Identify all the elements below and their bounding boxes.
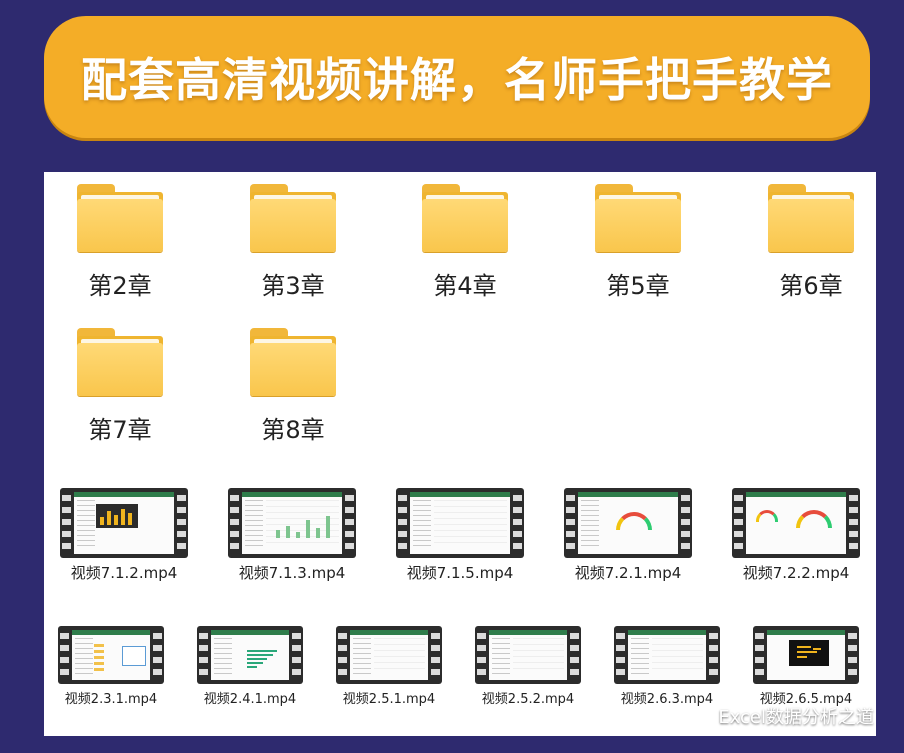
folder-item-ch5[interactable]: 第5章	[583, 184, 693, 301]
folder-icon	[595, 184, 681, 252]
file-explorer-panel: 第2章 第3章 第4章 第5章 第6章 第7章 第8章 视频7.1.2.mp4	[44, 172, 876, 736]
video-file-2-5-1[interactable]: 视频2.5.1.mp4	[330, 626, 448, 707]
folder-icon	[77, 184, 163, 252]
video-file-7-2-1[interactable]: 视频7.2.1.mp4	[558, 488, 698, 583]
video-file-icon	[753, 626, 859, 684]
folder-item-ch4[interactable]: 第4章	[410, 184, 520, 301]
video-label: 视频7.1.3.mp4	[238, 564, 346, 582]
video-label: 视频7.1.2.mp4	[70, 564, 178, 582]
folder-label: 第2章	[88, 272, 152, 300]
video-label: 视频7.1.5.mp4	[406, 564, 514, 582]
folder-item-ch3[interactable]: 第3章	[238, 184, 348, 301]
folder-label: 第6章	[779, 272, 843, 300]
video-file-2-4-1[interactable]: 视频2.4.1.mp4	[191, 626, 309, 707]
watermark: Excel数据分析之道	[690, 703, 874, 729]
wechat-icon	[690, 708, 712, 724]
video-label: 视频2.5.2.mp4	[481, 692, 575, 707]
folder-icon	[422, 184, 508, 252]
video-file-icon	[614, 626, 720, 684]
folder-item-ch8[interactable]: 第8章	[238, 328, 348, 445]
folder-icon	[77, 328, 163, 396]
video-file-2-6-5[interactable]: 视频2.6.5.mp4	[747, 626, 865, 707]
video-file-2-3-1[interactable]: 视频2.3.1.mp4	[52, 626, 170, 707]
video-file-icon	[732, 488, 860, 558]
video-label: 视频2.5.1.mp4	[342, 692, 436, 707]
video-file-icon	[197, 626, 303, 684]
folder-item-ch2[interactable]: 第2章	[65, 184, 175, 301]
video-file-icon	[475, 626, 581, 684]
folder-label: 第4章	[433, 272, 497, 300]
folder-icon	[250, 328, 336, 396]
video-label: 视频2.3.1.mp4	[64, 692, 158, 707]
video-label: 视频2.4.1.mp4	[203, 692, 297, 707]
folder-label: 第7章	[88, 416, 152, 444]
folder-icon	[250, 184, 336, 252]
folder-item-ch7[interactable]: 第7章	[65, 328, 175, 445]
folder-item-ch6[interactable]: 第6章	[756, 184, 866, 301]
video-file-icon	[60, 488, 188, 558]
folder-label: 第3章	[261, 272, 325, 300]
watermark-text: Excel数据分析之道	[718, 707, 874, 728]
title-banner: 配套高清视频讲解，名师手把手教学	[44, 16, 870, 138]
video-file-icon	[58, 626, 164, 684]
folder-label: 第5章	[606, 272, 670, 300]
video-file-7-2-2[interactable]: 视频7.2.2.mp4	[726, 488, 866, 583]
video-file-7-1-3[interactable]: 视频7.1.3.mp4	[222, 488, 362, 583]
video-file-7-1-2[interactable]: 视频7.1.2.mp4	[54, 488, 194, 583]
video-label: 视频7.2.2.mp4	[742, 564, 850, 582]
video-file-icon	[336, 626, 442, 684]
banner-title: 配套高清视频讲解，名师手把手教学	[81, 53, 833, 107]
folder-icon	[768, 184, 854, 252]
video-file-icon	[396, 488, 524, 558]
video-file-2-5-2[interactable]: 视频2.5.2.mp4	[469, 626, 587, 707]
folder-label: 第8章	[261, 416, 325, 444]
video-file-7-1-5[interactable]: 视频7.1.5.mp4	[390, 488, 530, 583]
video-file-icon	[228, 488, 356, 558]
video-file-icon	[564, 488, 692, 558]
video-file-2-6-3[interactable]: 视频2.6.3.mp4	[608, 626, 726, 707]
video-label: 视频7.2.1.mp4	[574, 564, 682, 582]
